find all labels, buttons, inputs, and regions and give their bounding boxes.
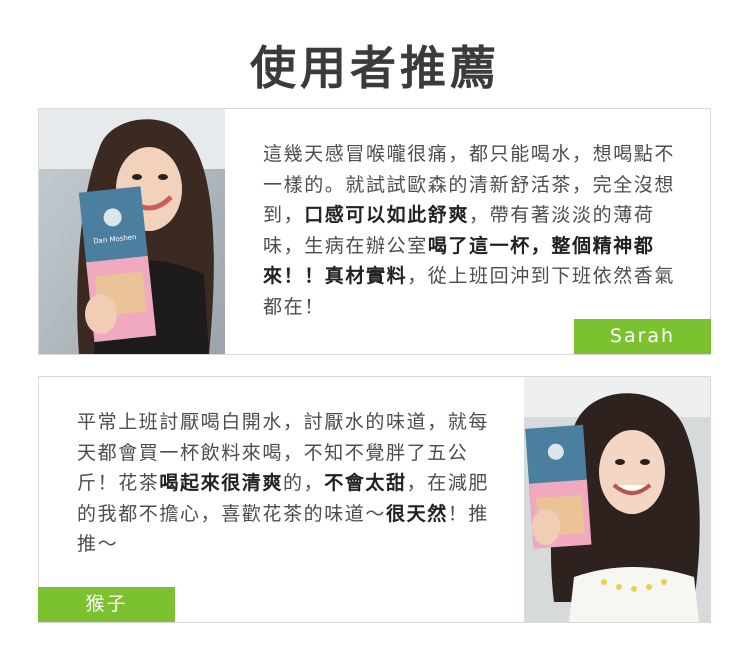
review-highlight: 口感可以如此舒爽 [304,204,470,226]
review-card-monkey: 平常上班討厭喝白開水，討厭水的味道，就每天都會買一杯飲料來喝，不知不覺胖了五公斤… [38,376,711,623]
reviewer-photo: Dan Moshen [39,109,225,354]
review-text: 平常上班討厭喝白開水，討厭水的味道，就每天都會買一杯飲料來喝，不知不覺胖了五公斤… [77,407,497,560]
review-text: 這幾天感冒喉嚨很痛，都只能喝水，想喝點不一樣的。就試試歐森的清新舒活茶，完全沒想… [263,139,693,322]
page-title: 使用者推薦 [250,41,500,95]
reviewer-photo [524,377,710,622]
review-highlight: 喝起來很清爽 [159,472,284,494]
review-highlight: 很天然 [386,502,448,525]
review-highlight: 不會太甜 [324,472,407,494]
review-segment: 的， [283,472,325,494]
review-card-sarah: Dan Moshen 這幾天感冒喉嚨很痛，都只能喝水，想喝點不一樣的。就試試歐森… [38,108,711,355]
reviewer-name-tag: 猴子 [38,587,175,622]
reviewer-name-tag: Sarah [574,319,711,354]
